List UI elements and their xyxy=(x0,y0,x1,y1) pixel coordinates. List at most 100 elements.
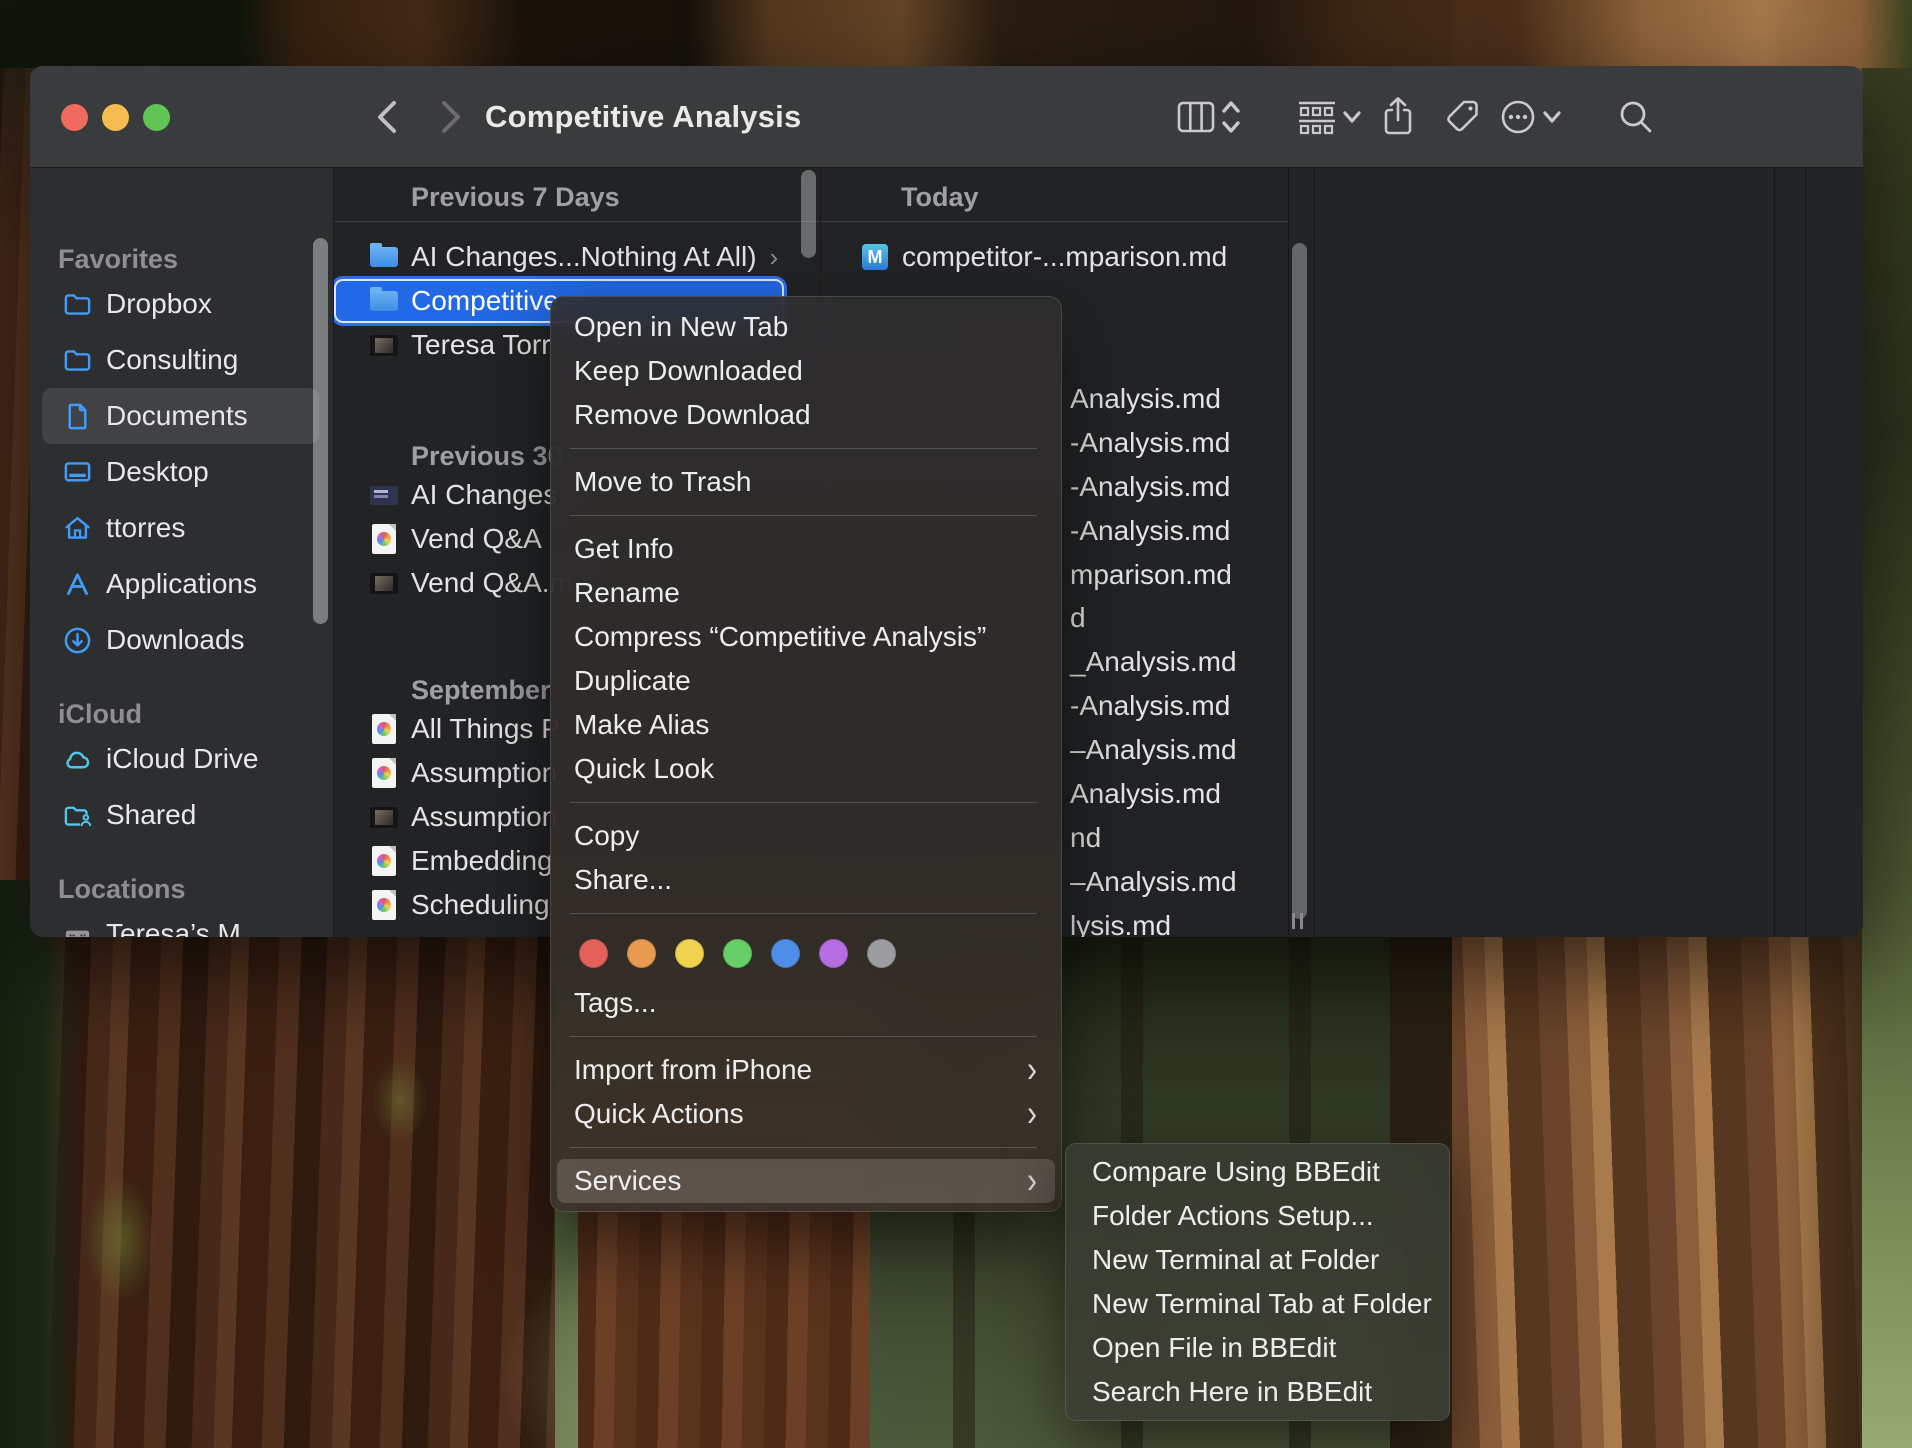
red-tag-dot[interactable] xyxy=(579,939,608,968)
menu-item-services[interactable]: Services › xyxy=(557,1159,1055,1203)
search-button[interactable] xyxy=(1616,66,1656,168)
chevron-down-icon xyxy=(1342,110,1362,124)
scroll-lane-divider xyxy=(1314,168,1315,937)
menu-item-move-to-trash[interactable]: Move to Trash xyxy=(550,460,1062,504)
sidebar-item-icloud-drive[interactable]: iCloud Drive xyxy=(30,731,333,787)
keynote-doc-icon xyxy=(370,758,398,788)
menu-item-duplicate[interactable]: Duplicate xyxy=(550,659,1062,703)
file-label: Vend Q&A.m xyxy=(411,567,573,599)
menu-item-open-in-new-tab[interactable]: Open in New Tab xyxy=(550,305,1062,349)
file-row-fragment[interactable]: Analysis.md xyxy=(1070,377,1221,421)
menu-item-keep-downloaded[interactable]: Keep Downloaded xyxy=(550,349,1062,393)
file-row-fragment[interactable]: –Analysis.md xyxy=(1070,728,1237,772)
sidebar-item-documents[interactable]: Documents xyxy=(42,388,319,444)
menu-item-rename[interactable]: Rename xyxy=(550,571,1062,615)
group-by-chevron[interactable] xyxy=(1342,66,1362,168)
sidebar-scrollbar[interactable] xyxy=(313,238,328,624)
close-button[interactable] xyxy=(61,104,88,131)
submenu-item-open-file-in-bbedit[interactable]: Open File in BBEdit xyxy=(1065,1326,1450,1370)
video-thumbnail-icon xyxy=(370,807,398,828)
orange-tag-dot[interactable] xyxy=(627,939,656,968)
tags-button[interactable] xyxy=(1442,66,1482,168)
menu-separator xyxy=(570,1036,1037,1037)
file-row-fragment[interactable]: -Analysis.md xyxy=(1070,465,1230,509)
folder-icon xyxy=(370,247,398,267)
sidebar-item-label: Consulting xyxy=(106,344,238,376)
file-label: Vend Q&A xyxy=(411,523,542,555)
more-actions-chevron[interactable] xyxy=(1542,66,1562,168)
menu-item-compress[interactable]: Compress “Competitive Analysis” xyxy=(550,615,1062,659)
sidebar-item-label: Downloads xyxy=(106,624,245,656)
sidebar-item-dropbox[interactable]: Dropbox xyxy=(30,276,333,332)
zoom-button[interactable] xyxy=(143,104,170,131)
menu-separator xyxy=(570,448,1037,449)
file-row-fragment[interactable]: lysis.md xyxy=(1070,904,1171,937)
share-button[interactable] xyxy=(1380,66,1416,168)
file-label: Embedding xyxy=(411,845,553,877)
menu-item-quick-actions[interactable]: Quick Actions › xyxy=(550,1092,1062,1136)
sidebar-item-teresas-mac[interactable]: Teresa’s M... xyxy=(30,906,333,937)
file-row-fragment[interactable]: mparison.md xyxy=(1070,553,1232,597)
ellipsis-circle-icon xyxy=(1498,97,1538,137)
menu-item-make-alias[interactable]: Make Alias xyxy=(550,703,1062,747)
menu-item-import-from-iphone[interactable]: Import from iPhone › xyxy=(550,1048,1062,1092)
column-resize-handle[interactable] xyxy=(1292,913,1308,929)
titlebar[interactable]: Competitive Analysis xyxy=(30,66,1863,168)
blue-tag-dot[interactable] xyxy=(771,939,800,968)
menu-item-share[interactable]: Share... xyxy=(550,858,1062,902)
search-icon xyxy=(1616,97,1656,137)
column-view-button[interactable] xyxy=(1176,66,1216,168)
submenu-item-compare-using-bbedit[interactable]: Compare Using BBEdit xyxy=(1065,1150,1450,1194)
context-menu: Open in New Tab Keep Downloaded Remove D… xyxy=(550,296,1062,1212)
sidebar-item-shared[interactable]: Shared xyxy=(30,787,333,843)
submenu-item-search-here-in-bbedit[interactable]: Search Here in BBEdit xyxy=(1065,1370,1450,1414)
file-row-fragment[interactable]: -Analysis.md xyxy=(1070,684,1230,728)
menu-item-remove-download[interactable]: Remove Download xyxy=(550,393,1062,437)
menu-item-quick-look[interactable]: Quick Look xyxy=(550,747,1062,791)
menu-item-copy[interactable]: Copy xyxy=(550,814,1062,858)
file-row-fragment[interactable]: Analysis.md xyxy=(1070,772,1221,816)
sidebar-item-desktop[interactable]: Desktop xyxy=(30,444,333,500)
minimize-button[interactable] xyxy=(102,104,129,131)
submenu-item-new-terminal-tab-at-folder[interactable]: New Terminal Tab at Folder xyxy=(1065,1282,1450,1326)
file-row-fragment[interactable]: d xyxy=(1070,596,1086,640)
gray-tag-dot[interactable] xyxy=(867,939,896,968)
file-row-fragment[interactable]: _Analysis.md xyxy=(1070,640,1237,684)
columns-view-icon xyxy=(1176,99,1216,135)
file-label: AI Changes...Nothing At All) xyxy=(411,241,757,273)
sidebar-item-consulting[interactable]: Consulting xyxy=(30,332,333,388)
back-button[interactable] xyxy=(370,66,406,168)
submenu-chevron-icon: › xyxy=(1027,1095,1037,1133)
file-row-fragment[interactable]: –Analysis.md xyxy=(1070,860,1237,904)
folder-icon xyxy=(370,291,398,311)
submenu-item-folder-actions-setup[interactable]: Folder Actions Setup... xyxy=(1065,1194,1450,1238)
menu-item-tags[interactable]: Tags... xyxy=(550,981,1062,1025)
menu-item-get-info[interactable]: Get Info xyxy=(550,527,1062,571)
sidebar-item-downloads[interactable]: Downloads xyxy=(30,612,333,668)
menu-separator xyxy=(570,913,1037,914)
group-by-button[interactable] xyxy=(1296,66,1338,168)
more-actions-button[interactable] xyxy=(1498,66,1538,168)
sidebar-item-applications[interactable]: Applications xyxy=(30,556,333,612)
services-submenu: Compare Using BBEdit Folder Actions Setu… xyxy=(1065,1143,1450,1421)
chevron-right-icon xyxy=(432,95,468,139)
column1-scrollbar[interactable] xyxy=(801,170,816,258)
file-row-fragment[interactable]: -Analysis.md xyxy=(1070,509,1230,553)
file-row-fragment[interactable]: -Analysis.md xyxy=(1070,421,1230,465)
file-label: Competitive xyxy=(411,285,559,317)
file-row-competitor-comparison[interactable]: M competitor-...mparison.md xyxy=(821,235,1271,279)
file-row-ai-changes-folder[interactable]: AI Changes...Nothing At All) › xyxy=(334,235,784,279)
forward-button[interactable] xyxy=(432,66,468,168)
yellow-tag-dot[interactable] xyxy=(675,939,704,968)
chevron-down-icon xyxy=(1542,110,1562,124)
tag-color-row xyxy=(550,925,1062,981)
purple-tag-dot[interactable] xyxy=(819,939,848,968)
view-stepper[interactable] xyxy=(1220,66,1242,168)
sidebar-item-home[interactable]: ttorres xyxy=(30,500,333,556)
file-label: All Things P xyxy=(411,713,560,745)
green-tag-dot[interactable] xyxy=(723,939,752,968)
sidebar-item-label: Dropbox xyxy=(106,288,212,320)
file-row-fragment[interactable]: nd xyxy=(1070,816,1101,860)
submenu-item-new-terminal-at-folder[interactable]: New Terminal at Folder xyxy=(1065,1238,1450,1282)
column2-scrollbar[interactable] xyxy=(1292,243,1307,919)
